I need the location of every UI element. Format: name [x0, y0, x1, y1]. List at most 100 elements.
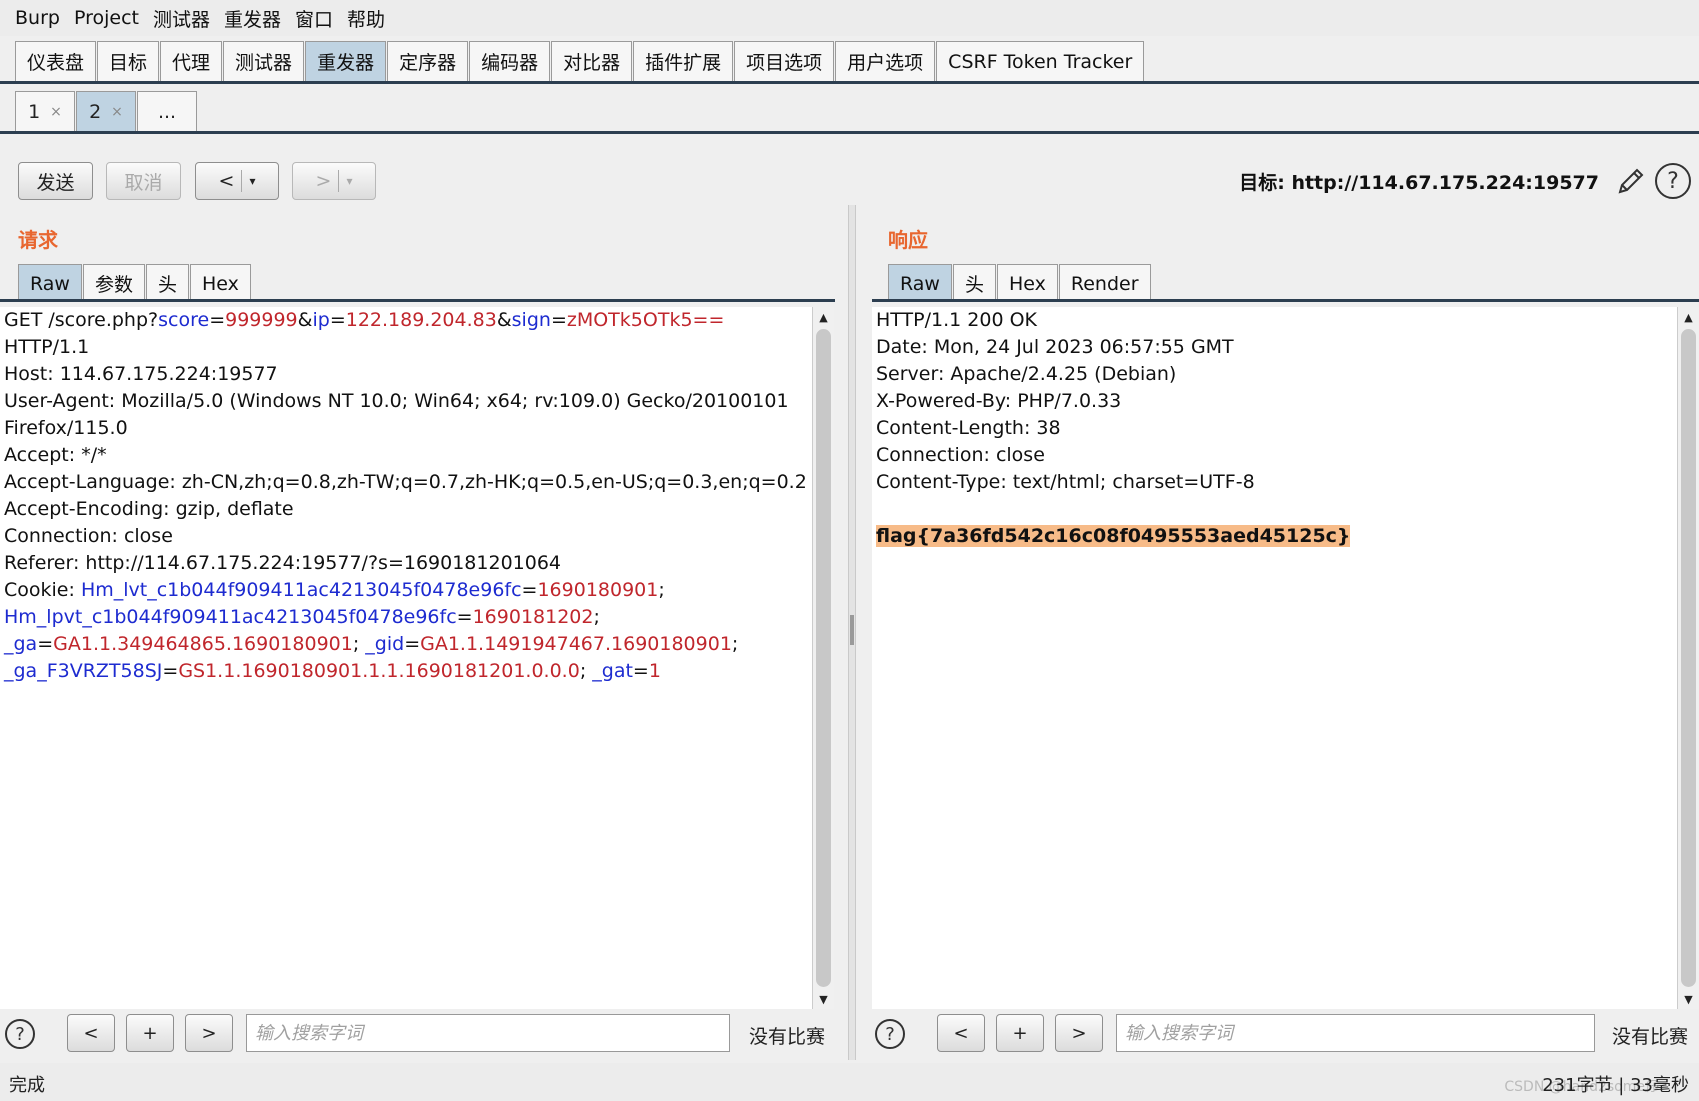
response-search-add-button[interactable]: +: [996, 1014, 1044, 1052]
response-search-input[interactable]: [1116, 1014, 1595, 1052]
tab-repeater[interactable]: 重发器: [305, 41, 387, 81]
tab-dashboard[interactable]: 仪表盘: [15, 41, 97, 81]
code-token: Hm_lvt_c1b044f909411ac4213045f0478e96fc: [80, 579, 522, 601]
code-token: GET /score.php?: [4, 309, 159, 331]
response-tab-headers[interactable]: 头: [952, 264, 996, 302]
code-token: Accept-Language: zh-CN,zh;q=0.8,zh-TW;q=…: [4, 471, 807, 493]
back-button[interactable]: < ▾: [195, 162, 279, 200]
code-token: =: [632, 660, 649, 682]
request-search-add-button[interactable]: +: [126, 1014, 174, 1052]
response-scrollbar[interactable]: ▲ ▼: [1677, 307, 1699, 1009]
scroll-thumb[interactable]: [816, 329, 831, 987]
request-view-tabs: Raw 参数 头 Hex: [18, 262, 252, 302]
pane-splitter[interactable]: [848, 205, 856, 1060]
code-token: 999999: [225, 309, 298, 331]
forward-button[interactable]: > ▾: [292, 162, 376, 200]
response-search-prev-button[interactable]: <: [937, 1014, 985, 1052]
response-stats: 231字节 | 33毫秒: [1542, 1075, 1689, 1096]
scroll-thumb[interactable]: [1681, 329, 1696, 987]
tab-sequencer[interactable]: 定序器: [387, 41, 469, 81]
tab-target[interactable]: 目标: [97, 41, 160, 81]
code-token: GS1.1.1690180901.1.1.1690181201.0.0.0: [178, 660, 580, 682]
code-token: =: [329, 309, 346, 331]
pencil-icon[interactable]: [1614, 164, 1648, 198]
menu-repeater[interactable]: 重发器: [224, 5, 281, 32]
menu-intruder[interactable]: 测试器: [153, 5, 210, 32]
code-token: 1690181202: [472, 606, 594, 628]
tab-csrf-token-tracker[interactable]: CSRF Token Tracker: [936, 41, 1145, 81]
code-token: 122.189.204.83: [345, 309, 497, 331]
request-tab-hex[interactable]: Hex: [190, 264, 251, 302]
request-tab-raw[interactable]: Raw: [18, 264, 82, 302]
code-token: Host: 114.67.175.224:19577: [4, 363, 278, 385]
scroll-up-icon[interactable]: ▲: [1678, 307, 1699, 327]
scroll-down-icon[interactable]: ▼: [813, 989, 834, 1009]
response-search-next-button[interactable]: >: [1055, 1014, 1103, 1052]
status-bar: 完成 CSDN @hand2some仔 231字节 | 33毫秒: [0, 1063, 1699, 1101]
close-icon[interactable]: ×: [50, 104, 62, 120]
response-search-help-icon[interactable]: ?: [875, 1019, 905, 1049]
dropdown-arrow-icon[interactable]: ▾: [249, 174, 255, 188]
code-line: Accept-Encoding: gzip, deflate: [0, 496, 812, 523]
request-search-next-button[interactable]: >: [185, 1014, 233, 1052]
repeater-tab-label: 2: [89, 100, 102, 123]
menu-burp[interactable]: Burp: [15, 7, 60, 29]
response-editor[interactable]: HTTP/1.1 200 OK Date: Mon, 24 Jul 2023 06…: [872, 307, 1677, 1009]
code-token: Referer: http://114.67.175.224:19577/?s=…: [4, 552, 562, 574]
code-token: HTTP/1.1 200 OK: [876, 309, 1037, 331]
tab-project-options[interactable]: 项目选项: [734, 41, 835, 81]
response-tab-hex[interactable]: Hex: [996, 264, 1058, 302]
code-token: sign: [511, 309, 551, 331]
code-token: &: [496, 309, 512, 331]
request-search-prev-button[interactable]: <: [67, 1014, 115, 1052]
repeater-tab-1[interactable]: 1 ×: [15, 91, 75, 131]
tab-comparer[interactable]: 对比器: [551, 41, 633, 81]
request-tab-params[interactable]: 参数: [82, 264, 145, 302]
menu-window[interactable]: 窗口: [295, 5, 333, 32]
tab-user-options[interactable]: 用户选项: [835, 41, 936, 81]
send-button[interactable]: 发送: [18, 162, 93, 200]
code-token: GA1.1.1491947467.1690180901: [420, 633, 732, 655]
scroll-up-icon[interactable]: ▲: [813, 307, 834, 327]
cancel-button[interactable]: 取消: [106, 162, 181, 200]
dropdown-arrow-icon[interactable]: ▾: [346, 174, 352, 188]
tab-proxy[interactable]: 代理: [160, 41, 223, 81]
code-token: Accept: */*: [4, 444, 107, 466]
code-token: score: [158, 309, 210, 331]
menu-project[interactable]: Project: [74, 7, 139, 29]
repeater-tab-new[interactable]: ...: [137, 91, 197, 131]
code-token: Accept-Encoding: gzip, deflate: [4, 498, 294, 520]
code-line: Content-Type: text/html; charset=UTF-8: [872, 469, 1677, 496]
code-line: Accept: */*: [0, 442, 812, 469]
code-line: Date: Mon, 24 Jul 2023 06:57:55 GMT: [872, 334, 1677, 361]
button-separator: [241, 170, 243, 192]
response-tab-raw[interactable]: Raw: [888, 264, 952, 302]
tab-decoder[interactable]: 编码器: [469, 41, 551, 81]
code-token: zMOTk5OTk5==: [566, 309, 725, 331]
help-icon[interactable]: ?: [1655, 163, 1691, 199]
code-line: HTTP/1.1 200 OK: [872, 307, 1677, 334]
splitter-grip[interactable]: [850, 615, 854, 645]
request-tab-headers[interactable]: 头: [145, 264, 189, 302]
request-scrollbar[interactable]: ▲ ▼: [812, 307, 834, 1009]
close-icon[interactable]: ×: [111, 104, 123, 120]
response-tab-render[interactable]: Render: [1058, 264, 1151, 302]
request-search-help-icon[interactable]: ?: [5, 1019, 35, 1049]
scroll-down-icon[interactable]: ▼: [1678, 989, 1699, 1009]
code-token: ;: [731, 633, 739, 655]
code-token: =: [521, 579, 538, 601]
tab-extender[interactable]: 插件扩展: [633, 41, 734, 81]
code-line: Host: 114.67.175.224:19577: [0, 361, 812, 388]
code-token: Firefox/115.0: [4, 417, 128, 439]
request-search-input[interactable]: [246, 1014, 730, 1052]
repeater-tab-2[interactable]: 2 ×: [76, 91, 136, 131]
tab-intruder[interactable]: 测试器: [223, 41, 305, 81]
code-line: [872, 496, 1677, 523]
menu-help[interactable]: 帮助: [347, 5, 385, 32]
repeater-tab-label: 1: [28, 100, 41, 123]
code-token: _ga: [4, 633, 38, 655]
code-token: =: [456, 606, 473, 628]
request-editor[interactable]: GET /score.php?score=999999&ip=122.189.2…: [0, 307, 812, 1009]
code-token: =: [162, 660, 179, 682]
